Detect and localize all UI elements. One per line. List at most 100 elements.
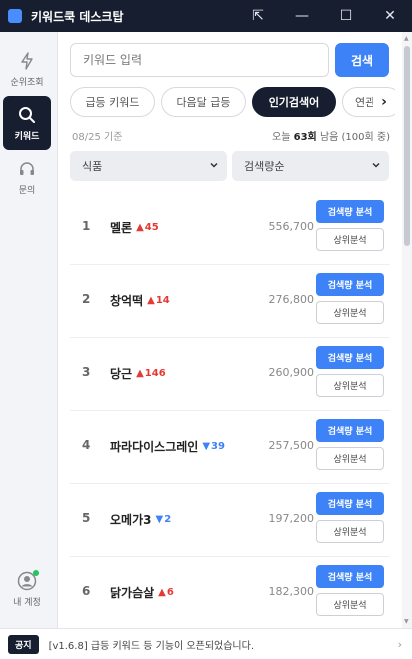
rank-change-value: 2 <box>164 514 172 525</box>
rank-change: ▲ 14 <box>147 295 170 306</box>
usage-remaining: 남음 (100회 중) <box>319 132 390 143</box>
chevron-down-icon <box>371 160 381 173</box>
table-row: 2 창억떡 ▲ 14 276,800 검색량 분석상위분석 <box>70 265 390 338</box>
top-analysis-button[interactable]: 상위분석 <box>316 593 384 616</box>
rank-change: ▼ 39 <box>202 441 225 452</box>
close-button[interactable]: ✕ <box>368 0 412 32</box>
rank-number: 2 <box>82 292 91 306</box>
table-row: 3 당근 ▲ 146 260,900 검색량 분석상위분석 <box>70 338 390 411</box>
top-analysis-button[interactable]: 상위분석 <box>316 301 384 324</box>
sort-select[interactable]: 검색량순 <box>232 151 389 181</box>
sort-select-value: 검색량순 <box>244 160 285 173</box>
rank-number: 5 <box>82 511 91 525</box>
user-icon <box>17 569 39 591</box>
category-select[interactable]: 식품 <box>70 151 227 181</box>
rank-number: 1 <box>82 219 91 233</box>
sidebar-item-rank[interactable]: 순위조회 <box>3 42 51 96</box>
keyword-cell: 닭가슴살 ▲ 6 <box>110 584 174 601</box>
rank-change: ▲ 146 <box>136 368 166 379</box>
scroll-up-icon[interactable]: ▲ <box>404 35 409 42</box>
pin-button[interactable]: ⇱ <box>236 0 280 32</box>
usage-count: 63회 <box>293 132 317 143</box>
keyword-text: 닭가슴살 <box>110 586 155 600</box>
category-select-value: 식품 <box>82 160 103 173</box>
sidebar-item-label: 순위조회 <box>10 77 44 88</box>
top-analysis-button[interactable]: 상위분석 <box>316 447 384 470</box>
search-icon <box>17 105 37 125</box>
tab-next-month-rising[interactable]: 다음달 급등 <box>161 87 246 117</box>
search-volume: 260,900 <box>268 366 315 379</box>
keyword-text: 당근 <box>110 367 133 381</box>
table-row: 1 멜론 ▲ 45 556,700 검색량 분석상위분석 <box>70 192 390 265</box>
triangle-up-icon: ▲ <box>158 587 166 598</box>
search-button[interactable]: 검색 <box>335 43 389 77</box>
volume-analysis-button[interactable]: 검색량 분석 <box>316 492 384 515</box>
top-analysis-button[interactable]: 상위분석 <box>316 520 384 543</box>
scroll-down-icon[interactable]: ▼ <box>404 618 409 625</box>
volume-analysis-button[interactable]: 검색량 분석 <box>316 273 384 296</box>
notice-text: [v1.6.8] 급등 키워드 등 기능이 오픈되었습니다. <box>48 640 254 652</box>
rank-change-value: 45 <box>144 222 159 233</box>
sidebar-item-label: 키워드 <box>14 131 40 142</box>
volume-analysis-button[interactable]: 검색량 분석 <box>316 200 384 223</box>
rank-number: 3 <box>82 365 91 379</box>
rank-change-value: 146 <box>144 368 166 379</box>
tabs-next-icon[interactable]: › <box>373 90 395 114</box>
rank-change-value: 39 <box>211 441 225 452</box>
top-analysis-button[interactable]: 상위분석 <box>316 228 384 251</box>
search-volume: 257,500 <box>268 439 315 452</box>
triangle-up-icon: ▲ <box>136 368 144 379</box>
app-title: 키워드쿡 데스크탑 <box>31 9 124 24</box>
rank-change-value: 6 <box>166 587 174 598</box>
rank-change: ▲ 6 <box>158 587 174 598</box>
notice-badge: 공지 <box>8 634 39 654</box>
keyword-text: 파라다이스그레인 <box>110 440 199 454</box>
rank-number: 6 <box>82 584 91 598</box>
title-bar: 키워드쿡 데스크탑 ⇱ — ☐ ✕ <box>0 0 412 32</box>
chevron-down-icon <box>209 160 219 173</box>
keyword-list: 1 멜론 ▲ 45 556,700 검색량 분석 상위분석 2 창억떡 ▲ 14 276,800 검색량… <box>70 192 390 628</box>
sidebar-item-keyword[interactable]: 키워드 <box>3 96 51 150</box>
notice-bar[interactable]: 공지 [v1.6.8] 급등 키워드 등 기능이 오픈되었습니다. › <box>0 628 412 659</box>
volume-analysis-button[interactable]: 검색량 분석 <box>316 419 384 442</box>
quota-info: 08/25 기준 오늘 63회 남음 (100회 중) <box>72 128 390 143</box>
search-volume: 556,700 <box>268 220 315 233</box>
keyword-cell: 당근 ▲ 146 <box>110 365 166 382</box>
table-row: 6 닭가슴살 ▲ 6 182,300 검색량 분석 상위분석 <box>70 557 390 628</box>
top-analysis-button[interactable]: 상위분석 <box>316 374 384 397</box>
maximize-button[interactable]: ☐ <box>324 0 368 32</box>
keyword-text: 오메가3 <box>110 513 152 527</box>
search-volume: 276,800 <box>268 293 315 306</box>
sidebar-item-inquiry[interactable]: 문의 <box>3 150 51 204</box>
keyword-text: 창억떡 <box>110 294 144 308</box>
rank-change-value: 14 <box>155 295 170 306</box>
triangle-up-icon: ▲ <box>147 295 155 306</box>
keyword-cell: 멜론 ▲ 45 <box>110 219 159 236</box>
main-panel: 검색 급등 키워드 다음달 급등 인기검색어 연관 › 08/25 기준 오늘 … <box>58 32 402 628</box>
keyword-text: 멜론 <box>110 221 133 235</box>
lightning-icon <box>17 51 37 71</box>
usage-counter: 오늘 63회 남음 (100회 중) <box>272 128 390 143</box>
usage-prefix: 오늘 <box>272 132 291 143</box>
keyword-cell: 오메가3 ▼ 2 <box>110 511 171 528</box>
volume-analysis-button[interactable]: 검색량 분석 <box>316 565 384 588</box>
table-row: 4 파라다이스그레인 ▼ 39 257,500 검색량 분석상위분석 <box>70 411 390 484</box>
reference-date: 08/25 기준 <box>72 132 123 143</box>
rank-change: ▼ 2 <box>155 514 171 525</box>
scrollbar[interactable]: ▲ ▼ <box>402 32 412 628</box>
minimize-button[interactable]: — <box>280 0 324 32</box>
tab-popular-searches[interactable]: 인기검색어 <box>252 87 336 117</box>
volume-analysis-button[interactable]: 검색량 분석 <box>316 346 384 369</box>
sidebar-item-account[interactable]: 내 계정 <box>3 562 51 616</box>
rank-number: 4 <box>82 438 91 452</box>
search-input[interactable] <box>70 43 329 77</box>
search-bar: 검색 <box>70 43 389 77</box>
triangle-up-icon: ▲ <box>136 222 144 233</box>
search-volume: 197,200 <box>268 512 315 525</box>
sidebar-item-label: 내 계정 <box>13 597 41 608</box>
sidebar: 순위조회 키워드 문의 내 계정 <box>0 32 58 628</box>
chevron-right-icon[interactable]: › <box>398 638 402 651</box>
sidebar-item-label: 문의 <box>18 185 36 196</box>
scroll-thumb[interactable] <box>404 46 410 246</box>
tab-rising-keywords[interactable]: 급등 키워드 <box>70 87 155 117</box>
